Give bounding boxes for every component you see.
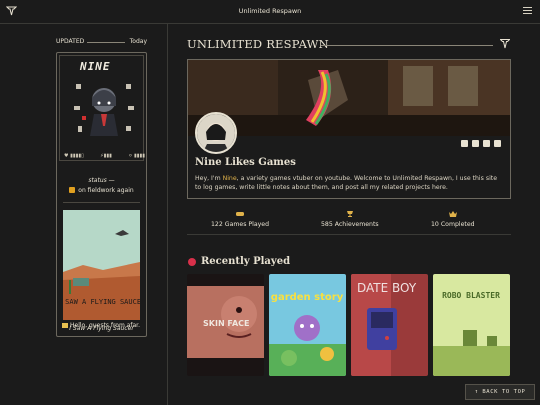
gamepad-icon [236,212,245,216]
card-divider [63,202,140,203]
page-title: UNLIMITED RESPAWN [187,37,329,51]
energy-stat: ⚡▮▮▮ [100,153,112,159]
profile-card: Nine Likes Games Hey, I'm Nine, a variet… [187,59,511,199]
poster-title: I SAW A FLYING SAUCER [63,298,140,306]
twitch-icon[interactable] [472,140,479,147]
greeting: Hello, guests from afar. [62,322,140,329]
bio-text: Hey, I'm [195,175,223,182]
character-avatar [74,84,134,136]
stat-games-played: 122 Games Played [211,211,269,228]
greeting-text: Hello, guests from afar. [70,322,140,329]
profile-bio: Hey, I'm Nine, a variety games vtuber on… [195,174,500,192]
game-card-robo-blaster[interactable]: ROBO BLASTER [433,274,510,376]
recently-played-dot-icon [188,258,196,266]
game-card-garden-story[interactable]: garden story [269,274,346,376]
site-emblem-icon [500,39,510,49]
stat-completed: 10 Completed [431,211,475,228]
status-label: status — [88,177,115,184]
bio-highlight: Nine [222,175,237,182]
game-card-skin-face[interactable]: SKIN FACE [187,274,264,376]
updated-value: Today [129,38,147,45]
stat-label: 10 Completed [431,221,475,228]
profile-name: Nine Likes Games [195,157,296,168]
stat-label: 585 Achievements [321,221,379,228]
character-stats: ♥ ▮▮▮▮▯ ⚡▮▮▮ ⚪ ▮▮▮▮ [64,153,145,159]
sidebar: UPDATED Today NINE ♥ ▮▮▮▮▯ ⚡▮▮▮ ⚪ ▮▮▮▮ s… [0,24,168,405]
status-emoji-icon [69,187,76,193]
status-text: on fieldwork again [78,187,134,194]
crown-icon [448,211,457,217]
character-panel: NINE ♥ ▮▮▮▮▯ ⚡▮▮▮ ⚪ ▮▮▮▮ [59,55,145,161]
stat-achievements: 585 Achievements [321,211,379,228]
title-divider [321,45,493,46]
hp-stat: ♥ ▮▮▮▮▯ [64,153,84,159]
character-name: NINE [80,60,111,73]
sanity-stat: ⚪ ▮▮▮▮ [128,153,145,159]
discord-icon[interactable] [494,140,501,147]
trophy-icon [346,211,353,217]
game-title: DATE BOY [357,281,417,295]
profile-banner [188,60,510,136]
stats-row: 122 Games Played 585 Achievements 10 Com… [187,207,511,235]
game-poster[interactable]: I SAW A FLYING SAUCER [63,210,140,320]
profile-avatar [195,112,237,154]
status-value: on fieldwork again [57,187,146,194]
back-to-top-button[interactable]: ↑ BACK TO TOP [465,384,535,400]
top-bar: Unlimited Respawn [0,0,540,24]
stat-label: 122 Games Played [211,221,270,228]
game-title: SKIN FACE [203,319,250,328]
game-title: ROBO BLASTER [442,291,500,300]
updated-divider [87,42,125,43]
updated-row: UPDATED Today [56,38,147,48]
recently-played-title: Recently Played [201,256,291,267]
updated-label: UPDATED [56,38,85,45]
site-title[interactable]: Unlimited Respawn [0,7,540,15]
tumblr-icon[interactable] [461,140,468,147]
mail-icon [62,322,68,328]
character-card: NINE ♥ ▮▮▮▮▯ ⚡▮▮▮ ⚪ ▮▮▮▮ status — on fie… [56,52,147,337]
youtube-icon[interactable] [483,140,490,147]
game-title: garden story [271,292,344,303]
poster-art: I SAW A FLYING SAUCER [63,210,140,320]
social-links [461,140,501,147]
game-card-date-boy[interactable]: DATE BOY [351,274,428,376]
bio-text-rest: , a variety games vtuber on youtube. Wel… [195,175,498,191]
hamburger-menu-icon[interactable] [523,7,532,15]
